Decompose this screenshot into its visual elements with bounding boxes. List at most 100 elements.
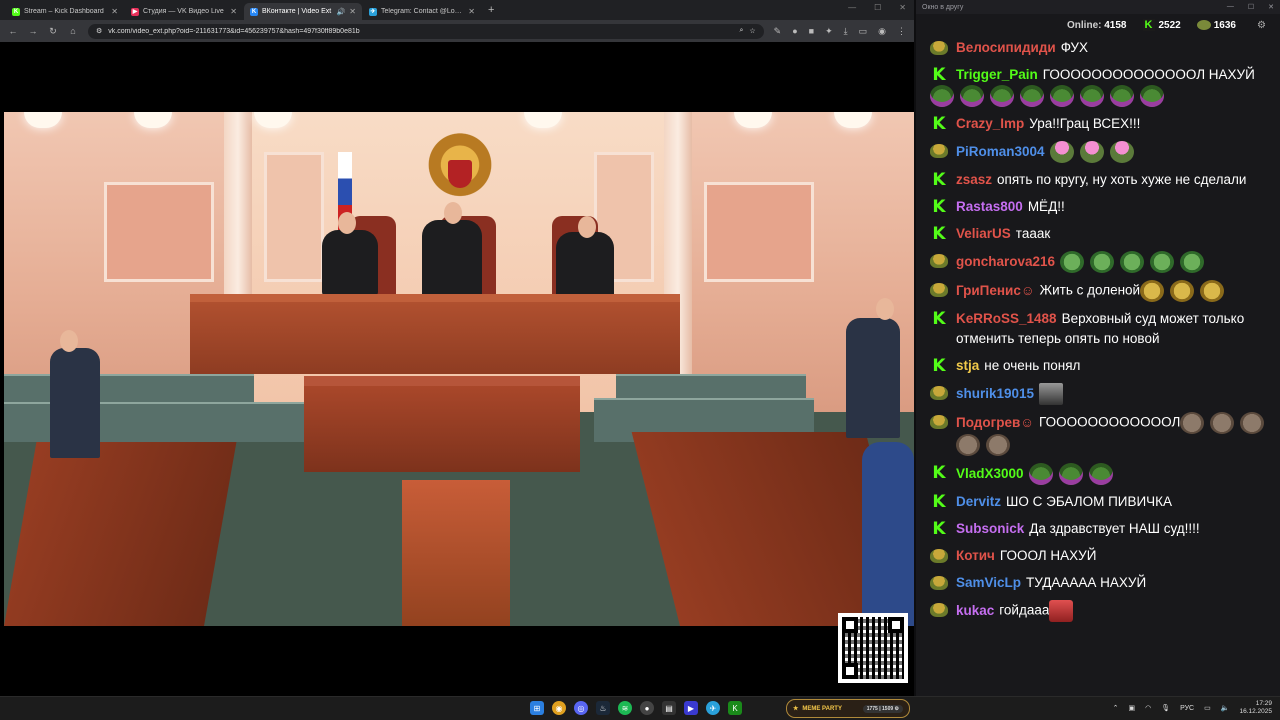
app-icon[interactable]: ▶ — [684, 701, 698, 715]
chat-text: тааак — [1015, 226, 1051, 241]
clock[interactable]: 17:29 16.12.2025 — [1239, 700, 1272, 716]
emote-gold-icon — [1170, 280, 1195, 302]
emote-pepe-icon — [960, 85, 984, 107]
platform-badge-icon — [930, 142, 948, 160]
chat-username[interactable]: shurik19015 — [956, 386, 1034, 401]
chat-message: SamVicLp ТУДААААА НАХУЙ — [930, 573, 1280, 593]
meme-party-icon: ★ — [793, 706, 799, 712]
chat-text: ГОООЛ НАХУЙ — [999, 548, 1097, 563]
download-icon[interactable]: ⤓ — [844, 26, 848, 37]
kick-count: 2522 — [1158, 20, 1181, 31]
emote-pepe-icon — [1050, 85, 1074, 107]
chat-username[interactable]: VladX3000 — [956, 466, 1024, 481]
chat-username[interactable]: PiRoman3004 — [956, 144, 1045, 159]
chat-username[interactable]: Велосипидиди — [956, 40, 1056, 55]
reload-icon[interactable]: ↻ — [48, 26, 58, 37]
settings-gear-icon[interactable]: ⚙ — [1257, 20, 1266, 31]
chat-username[interactable]: kukac — [956, 603, 994, 618]
system-tray: ⌃ ▣ ◠ 🎙 РУС ▭ 🔈 17:29 16.12.2025 — [1113, 700, 1272, 716]
chat-username[interactable]: stja — [956, 358, 979, 373]
close-icon[interactable]: ✕ — [899, 3, 906, 12]
tab-close-icon[interactable]: ✕ — [230, 7, 237, 16]
tray-app-icon[interactable]: ▣ — [1128, 704, 1135, 712]
platform-badge-icon — [930, 384, 948, 402]
extension-icon[interactable]: ● — [792, 26, 797, 37]
chat-username[interactable]: Subsonick — [956, 521, 1024, 536]
url-text: vk.com/video_ext.php?oid=-211631773&id=4… — [108, 27, 360, 35]
kick-badge-icon: K — [932, 356, 946, 376]
forward-icon[interactable]: → — [28, 26, 38, 36]
chat-username[interactable]: VeliarUS — [956, 226, 1011, 241]
volume-icon[interactable]: 🔈 — [1221, 704, 1230, 712]
discord-icon[interactable]: ◎ — [574, 701, 588, 715]
new-tab-button[interactable]: + — [488, 4, 494, 16]
chrome-icon[interactable]: ◉ — [552, 701, 566, 715]
tab-close-icon[interactable]: ✕ — [468, 7, 475, 16]
display-icon[interactable]: ▭ — [1204, 704, 1211, 712]
menu-icon[interactable]: ⋮ — [897, 26, 906, 37]
puzzle-icon[interactable]: ✦ — [825, 26, 833, 37]
maximize-icon[interactable]: ☐ — [874, 3, 881, 12]
back-icon[interactable]: ← — [8, 26, 18, 36]
maximize-icon[interactable]: ☐ — [1248, 3, 1254, 11]
chat-username[interactable]: Rastas800 — [956, 199, 1023, 214]
chat-username[interactable]: ГриПенис☺ — [956, 283, 1035, 298]
chat-message: K VeliarUS тааак — [930, 224, 1280, 244]
judge — [422, 220, 482, 298]
home-icon[interactable]: ⌂ — [68, 26, 78, 36]
platform-badge-shape — [930, 41, 948, 55]
chat-username[interactable]: goncharova216 — [956, 254, 1055, 269]
extension-icon[interactable]: ■ — [809, 26, 814, 37]
browser-tab[interactable]: K Stream – Kick Dashboard ✕ — [6, 3, 124, 20]
profile-icon[interactable]: ◉ — [878, 26, 886, 37]
browser-tab[interactable]: K ВКонтакте | Video Ext 🔊 ✕ — [244, 3, 362, 20]
language-indicator[interactable]: РУС — [1180, 705, 1194, 712]
chat-username[interactable]: Trigger_Pain — [956, 67, 1038, 82]
emote-pepe-icon — [990, 85, 1014, 107]
emote-pink-icon — [1109, 141, 1134, 163]
tab-close-icon[interactable]: ✕ — [111, 7, 118, 16]
browser-tab[interactable]: ▶ Студия — VK Видео Live ✕ — [125, 3, 243, 20]
chat-username[interactable]: Dervitz — [956, 494, 1001, 509]
emote-pepe-icon — [1080, 85, 1104, 107]
kick-badge-icon: K — [932, 224, 946, 244]
extension-icon[interactable]: ✎ — [774, 26, 782, 37]
steam-icon[interactable]: ♨ — [596, 701, 610, 715]
kick-app-icon[interactable]: K — [728, 701, 742, 715]
chat-username[interactable]: Котич — [956, 548, 995, 563]
obs-icon[interactable]: ● — [640, 701, 654, 715]
chat-text: Да здравствует НАШ суд!!!! — [1029, 521, 1200, 536]
split-view-icon[interactable]: ▭ — [859, 26, 868, 37]
chat-username[interactable]: KeRRoSS_1488 — [956, 311, 1057, 326]
chat-username[interactable]: Подогрев☺ — [956, 415, 1034, 430]
emote-pepe-icon — [1028, 463, 1053, 485]
chevron-up-icon[interactable]: ⌃ — [1113, 704, 1119, 712]
meme-party-widget[interactable]: ★ MEME PARTY 1775 | 1509 ⚙ — [786, 699, 910, 718]
minimize-icon[interactable]: — — [848, 3, 856, 12]
chat-username[interactable]: SamVicLp — [956, 575, 1021, 590]
chat-username[interactable]: Crazy_Imp — [956, 116, 1024, 131]
zoom-icon[interactable]: ⌕ — [739, 27, 743, 35]
network-icon[interactable]: ◠ — [1145, 704, 1151, 712]
tab-close-icon[interactable]: ✕ — [349, 7, 356, 16]
speaker-icon[interactable]: 🔊 — [337, 8, 346, 16]
chat-username[interactable]: zsasz — [956, 172, 992, 187]
chat-message: shurik19015 — [930, 383, 1280, 405]
minimize-icon[interactable]: — — [1227, 3, 1234, 11]
video-frame[interactable] — [4, 112, 914, 626]
bailiff-right — [846, 318, 900, 438]
person-right — [862, 442, 914, 626]
address-bar[interactable]: ⚙ vk.com/video_ext.php?oid=-211631773&id… — [88, 23, 764, 39]
platform-icon — [1196, 19, 1211, 30]
browser-tab[interactable]: ✈ Telegram: Contact @Love_Russia✕ — [363, 3, 481, 20]
microphone-icon[interactable]: 🎙 — [1161, 704, 1170, 712]
qr-code — [838, 613, 908, 683]
spotify-icon[interactable]: ≋ — [618, 701, 632, 715]
close-icon[interactable]: ✕ — [1268, 3, 1274, 11]
telegram-icon[interactable]: ✈ — [706, 701, 720, 715]
app-icon[interactable]: ▤ — [662, 701, 676, 715]
site-info-icon[interactable]: ⚙ — [96, 27, 102, 35]
platform-badge-shape — [930, 144, 948, 158]
start-icon[interactable]: ⊞ — [530, 701, 544, 715]
bookmark-star-icon[interactable]: ☆ — [749, 27, 755, 35]
